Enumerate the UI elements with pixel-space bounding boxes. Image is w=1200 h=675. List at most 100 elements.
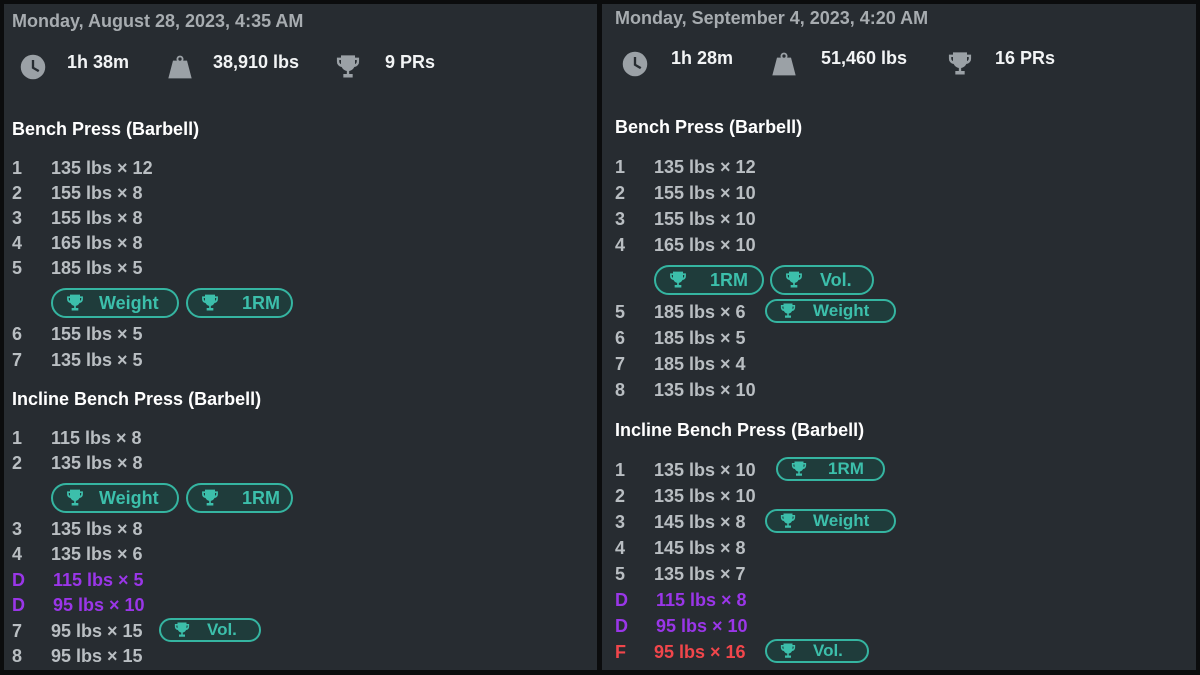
clock-icon bbox=[621, 50, 649, 78]
set-value: 155 lbs × 8 bbox=[51, 183, 143, 203]
set-value: 135 lbs × 10 bbox=[654, 380, 756, 400]
set-value: 95 lbs × 15 bbox=[51, 621, 143, 641]
pr-badge-label: Weight bbox=[99, 487, 159, 508]
set-number: 3 bbox=[12, 208, 23, 228]
exercise-title[interactable]: Incline Bench Press (Barbell) bbox=[12, 389, 261, 410]
pr-badge-label: Weight bbox=[813, 301, 870, 320]
trophy-icon bbox=[779, 302, 797, 320]
set-number: 4 bbox=[615, 538, 626, 558]
pr-badge-weight: Weight bbox=[51, 483, 179, 513]
pr-badge-label: 1RM bbox=[710, 269, 749, 290]
pr-badge-1rm: 1RM bbox=[776, 457, 885, 481]
workout-card-left[interactable]: Monday, August 28, 2023, 4:35 AM 1h 38m … bbox=[4, 4, 597, 670]
weight-icon bbox=[770, 50, 798, 78]
prs-value: 16 PRs bbox=[995, 48, 1056, 68]
set-value: 135 lbs × 8 bbox=[51, 519, 143, 539]
set-number: 3 bbox=[615, 209, 626, 229]
set-number: 6 bbox=[615, 328, 626, 348]
pr-badge-1rm: 1RM bbox=[186, 483, 293, 513]
set-value: 155 lbs × 8 bbox=[51, 208, 143, 228]
weight-icon bbox=[166, 53, 194, 81]
set-number: 1 bbox=[615, 157, 626, 177]
exercise-title[interactable]: Incline Bench Press (Barbell) bbox=[615, 420, 864, 441]
set-value: 155 lbs × 10 bbox=[654, 183, 756, 203]
set-number: 4 bbox=[12, 233, 23, 253]
prs-value: 9 PRs bbox=[385, 52, 436, 72]
pr-badge-weight: Weight bbox=[51, 288, 179, 318]
set-value: 135 lbs × 8 bbox=[51, 453, 143, 473]
set-value: 185 lbs × 6 bbox=[654, 302, 746, 322]
drop-set-marker: D bbox=[12, 570, 25, 590]
set-value: 95 lbs × 10 bbox=[53, 595, 145, 615]
set-number: 1 bbox=[12, 428, 23, 448]
set-value: 95 lbs × 15 bbox=[51, 646, 143, 666]
set-value: 95 lbs × 16 bbox=[654, 642, 746, 662]
trophy-icon bbox=[200, 293, 220, 313]
pr-badge-1rm: 1RM bbox=[186, 288, 293, 318]
duration-value: 1h 28m bbox=[671, 48, 734, 68]
set-value: 95 lbs × 10 bbox=[656, 616, 748, 636]
trophy-icon bbox=[779, 642, 797, 660]
trophy-icon bbox=[668, 270, 688, 290]
exercise-title[interactable]: Bench Press (Barbell) bbox=[615, 117, 802, 138]
set-value: 135 lbs × 5 bbox=[51, 350, 143, 370]
set-value: 115 lbs × 5 bbox=[53, 570, 144, 590]
pr-badge-label: Vol. bbox=[813, 641, 843, 660]
workout-card-right[interactable]: Monday, September 4, 2023, 4:20 AM 1h 28… bbox=[602, 4, 1196, 670]
set-number: 3 bbox=[615, 512, 626, 532]
pr-badge-weight: Weight bbox=[765, 509, 896, 533]
set-value: 185 lbs × 4 bbox=[654, 354, 746, 374]
workout-date: Monday, August 28, 2023, 4:35 AM bbox=[12, 11, 304, 31]
trophy-icon bbox=[784, 270, 804, 290]
drop-set-marker: D bbox=[12, 595, 25, 615]
set-number: 7 bbox=[12, 350, 23, 370]
workout-date: Monday, September 4, 2023, 4:20 AM bbox=[615, 8, 929, 28]
duration-value: 1h 38m bbox=[67, 52, 130, 72]
volume-value: 51,460 lbs bbox=[821, 48, 908, 68]
set-value: 135 lbs × 7 bbox=[654, 564, 746, 584]
set-number: 3 bbox=[12, 519, 23, 539]
set-number: 4 bbox=[12, 544, 23, 564]
trophy-icon bbox=[65, 488, 85, 508]
set-number: 7 bbox=[615, 354, 626, 374]
trophy-icon bbox=[790, 460, 808, 478]
pr-badge-1rm: 1RM bbox=[654, 265, 764, 295]
trophy-icon bbox=[173, 621, 191, 639]
clock-icon bbox=[19, 53, 47, 81]
set-number: 1 bbox=[12, 158, 23, 178]
set-number: 5 bbox=[615, 564, 626, 584]
set-number: 8 bbox=[12, 646, 23, 666]
drop-set-marker: D bbox=[615, 616, 628, 636]
set-value: 185 lbs × 5 bbox=[51, 258, 143, 278]
set-value: 115 lbs × 8 bbox=[656, 590, 747, 610]
set-value: 135 lbs × 10 bbox=[654, 486, 756, 506]
set-number: 2 bbox=[12, 183, 23, 203]
trophy-icon bbox=[200, 488, 220, 508]
pr-badge-label: 1RM bbox=[828, 459, 864, 478]
set-value: 135 lbs × 12 bbox=[654, 157, 756, 177]
pr-badge-weight: Weight bbox=[765, 299, 896, 323]
set-value: 155 lbs × 5 bbox=[51, 324, 143, 344]
set-value: 135 lbs × 12 bbox=[51, 158, 153, 178]
trophy-icon bbox=[779, 512, 797, 530]
trophy-icon bbox=[946, 50, 974, 78]
set-number: 5 bbox=[615, 302, 626, 322]
pr-badge-volume: Vol. bbox=[765, 639, 869, 663]
set-value: 115 lbs × 8 bbox=[51, 428, 142, 448]
exercise-title[interactable]: Bench Press (Barbell) bbox=[12, 119, 199, 140]
pr-badge-volume: Vol. bbox=[770, 265, 874, 295]
set-value: 155 lbs × 10 bbox=[654, 209, 756, 229]
set-number: 2 bbox=[615, 486, 626, 506]
pr-badge-label: Weight bbox=[813, 511, 870, 530]
set-value: 145 lbs × 8 bbox=[654, 538, 746, 558]
trophy-icon bbox=[334, 53, 362, 81]
set-number: 4 bbox=[615, 235, 626, 255]
set-value: 135 lbs × 10 bbox=[654, 460, 756, 480]
set-value: 165 lbs × 10 bbox=[654, 235, 756, 255]
pr-badge-label: 1RM bbox=[242, 292, 281, 313]
set-value: 165 lbs × 8 bbox=[51, 233, 143, 253]
set-number: 2 bbox=[12, 453, 23, 473]
set-number: 2 bbox=[615, 183, 626, 203]
set-number: 6 bbox=[12, 324, 23, 344]
trophy-icon bbox=[65, 293, 85, 313]
